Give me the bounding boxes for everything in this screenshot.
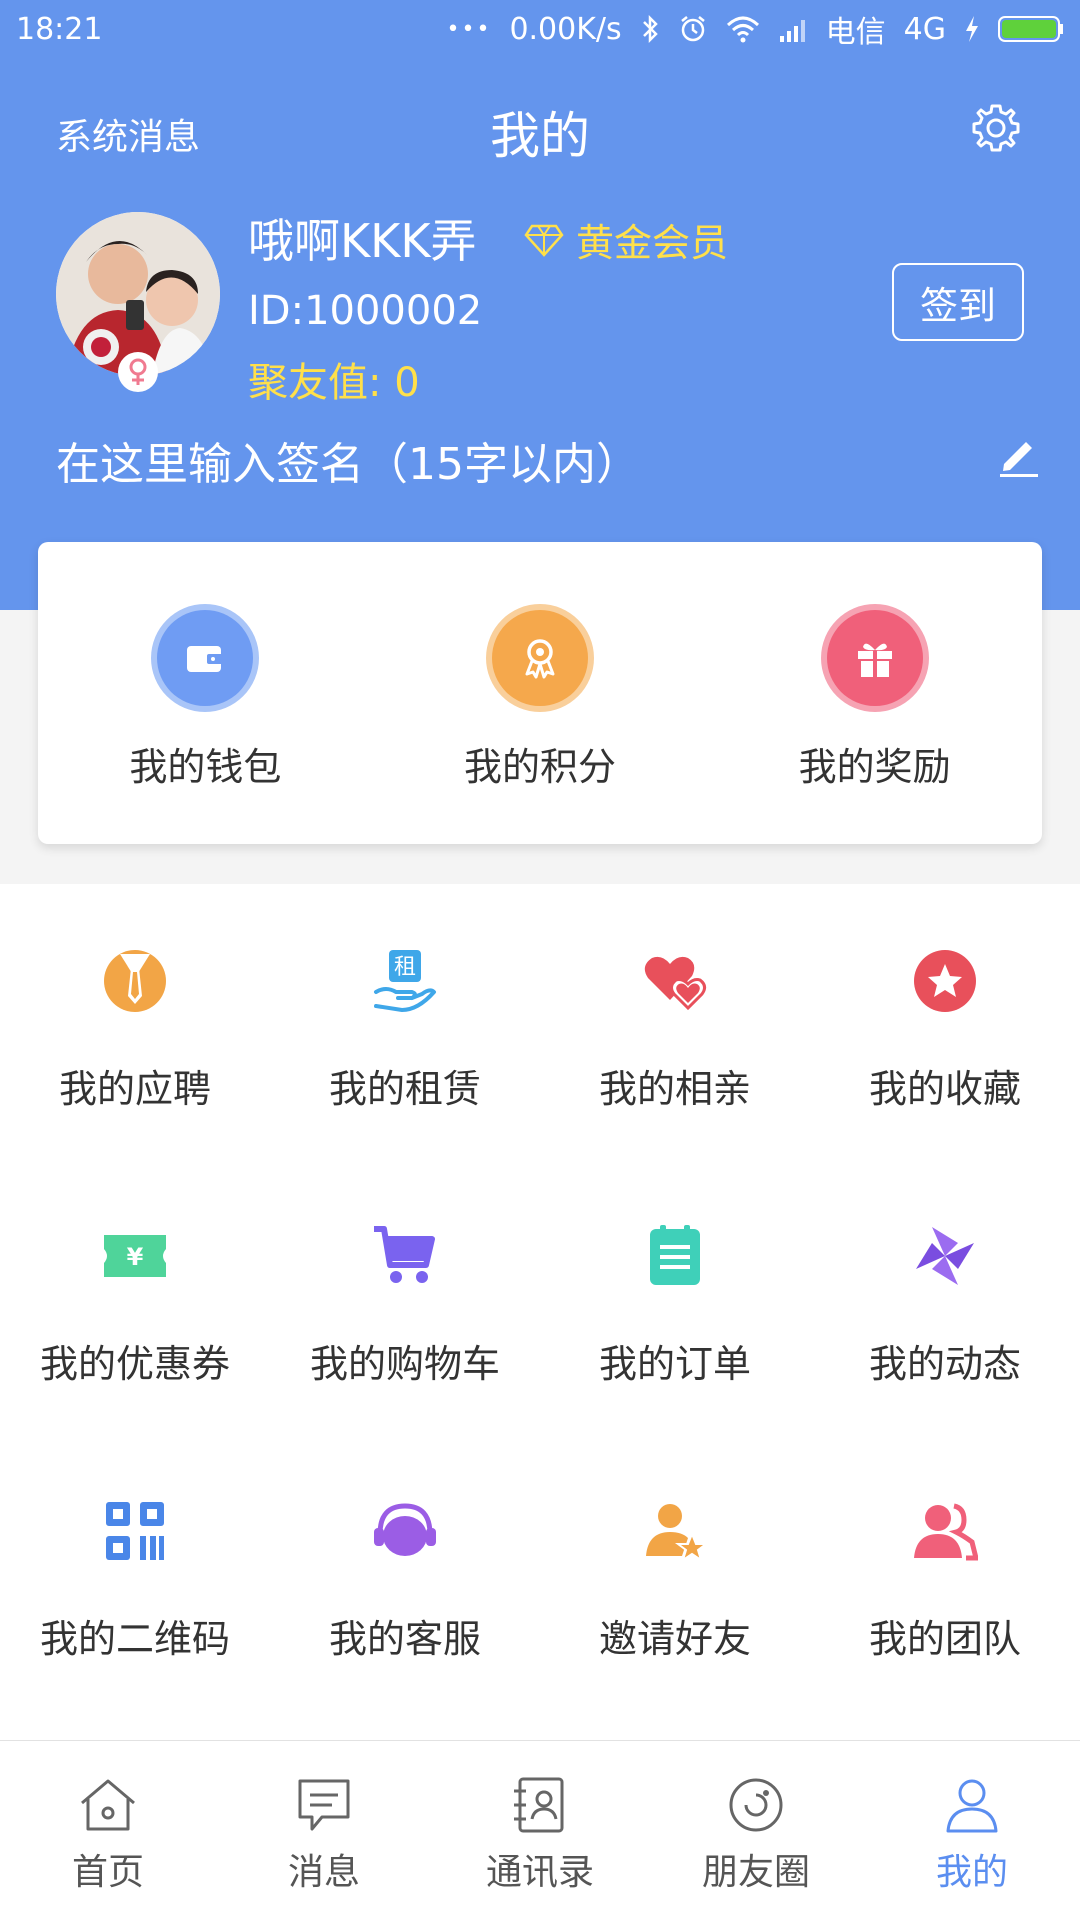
grid-item-label: 邀请好友: [598, 1617, 751, 1661]
cart-item[interactable]: 我的购物车: [270, 1159, 540, 1434]
tab-home[interactable]: 首页: [0, 1741, 216, 1920]
rent-glyph: 租: [394, 955, 416, 980]
bluetooth-icon: [642, 14, 658, 44]
grid-item-label: 我的订单: [598, 1342, 751, 1386]
title-row: 系统消息 我的: [0, 90, 1080, 170]
diamond-icon: [524, 224, 564, 257]
vip-badge: 黄金会员: [524, 212, 728, 267]
signal-icon: [779, 20, 805, 42]
team-item[interactable]: 我的团队: [810, 1434, 1080, 1709]
status-bar: 18:21 ••• 0.00K/s 电信 4G: [0, 0, 1080, 58]
contacts-icon: [514, 1777, 564, 1833]
checkin-button[interactable]: 签到: [892, 263, 1024, 341]
invite-friends-item[interactable]: 邀请好友: [540, 1434, 810, 1709]
wallet-card: 我的钱包 我的积分 我的奖励: [38, 542, 1042, 844]
rent-icon: 租: [374, 950, 436, 1012]
points-label: 我的积分: [464, 745, 617, 789]
wifi-icon: [726, 16, 759, 43]
invite-friend-icon: [646, 1504, 708, 1563]
grid-item-label: 我的优惠券: [39, 1342, 230, 1386]
favorites-item[interactable]: 我的收藏: [810, 884, 1080, 1159]
coupons-item[interactable]: ¥ 我的优惠券: [0, 1159, 270, 1434]
order-icon: [650, 1225, 700, 1285]
username: 哦啊KKK弄: [248, 214, 477, 268]
tab-profile[interactable]: 我的: [864, 1741, 1080, 1920]
grid-item-label: 我的购物车: [309, 1342, 500, 1386]
signature-input[interactable]: 在这里输入签名（15字以内）: [56, 428, 640, 492]
message-icon: [298, 1779, 350, 1831]
grid-item-label: 我的客服: [328, 1617, 481, 1661]
status-network: 4G: [903, 11, 946, 47]
pencil-icon[interactable]: [996, 432, 1042, 478]
page-title: 我的: [490, 107, 590, 165]
tab-label: 首页: [71, 1852, 144, 1893]
qrcode-icon: [106, 1502, 164, 1560]
tab-label: 我的: [935, 1852, 1008, 1893]
job-tie-icon: [104, 950, 166, 1012]
tab-label: 消息: [287, 1852, 360, 1893]
tab-label: 通讯录: [485, 1852, 594, 1893]
orders-item[interactable]: 我的订单: [540, 1159, 810, 1434]
status-speed: 0.00K/s: [509, 11, 622, 47]
activity-item[interactable]: 我的动态: [810, 1159, 1080, 1434]
grid-item-label: 我的收藏: [868, 1067, 1021, 1111]
points-button[interactable]: 我的积分: [373, 542, 708, 844]
gear-icon[interactable]: [968, 100, 1024, 156]
status-dots: •••: [446, 16, 492, 42]
feature-grid: 我的应聘 租 我的租赁 我的相亲 我的收藏 ¥ 我的优惠券 我的购物车 我的订单…: [0, 884, 1080, 1740]
cart-icon: [374, 1226, 435, 1283]
dating-item[interactable]: 我的相亲: [540, 884, 810, 1159]
rewards-label: 我的奖励: [798, 745, 951, 789]
coupon-glyph: ¥: [127, 1243, 144, 1271]
rentals-item[interactable]: 租 我的租赁: [270, 884, 540, 1159]
status-time: 18:21: [16, 11, 103, 47]
tab-messages[interactable]: 消息: [216, 1741, 432, 1920]
moments-icon: [729, 1778, 783, 1832]
female-gender-icon: [118, 352, 158, 392]
grid-item-label: 我的租赁: [328, 1067, 481, 1111]
vip-label: 黄金会员: [576, 221, 729, 265]
profile-icon: [946, 1779, 998, 1833]
job-applications-item[interactable]: 我的应聘: [0, 884, 270, 1159]
wallet-label: 我的钱包: [129, 745, 282, 789]
customer-service-item[interactable]: 我的客服: [270, 1434, 540, 1709]
wallet-icon: [157, 610, 254, 706]
coupon-icon: ¥: [104, 1235, 166, 1277]
alarm-icon: [680, 16, 705, 42]
points-value: 聚友值: 0: [248, 360, 420, 406]
tab-contacts[interactable]: 通讯录: [432, 1741, 648, 1920]
grid-item-label: 我的团队: [868, 1617, 1021, 1661]
team-icon: [914, 1503, 978, 1561]
tab-moments[interactable]: 朋友圈: [648, 1741, 864, 1920]
medal-icon: [492, 610, 588, 706]
hearts-icon: [644, 956, 707, 1011]
star-icon: [914, 950, 976, 1012]
gift-icon: [826, 610, 923, 706]
home-icon: [81, 1779, 135, 1831]
pinwheel-icon: [916, 1227, 974, 1285]
rewards-button[interactable]: 我的奖励: [707, 542, 1042, 844]
headset-icon: [374, 1503, 436, 1556]
charging-icon: [966, 16, 978, 42]
grid-item-label: 我的应聘: [58, 1067, 211, 1111]
qrcode-item[interactable]: 我的二维码: [0, 1434, 270, 1709]
battery-icon: [998, 16, 1063, 42]
grid-item-label: 我的二维码: [39, 1617, 230, 1661]
wallet-button[interactable]: 我的钱包: [38, 542, 373, 844]
user-id: ID:1000002: [248, 288, 483, 334]
status-carrier: 电信: [825, 15, 886, 50]
tab-label: 朋友圈: [701, 1852, 810, 1893]
bottom-tab-bar: 首页 消息 通讯录 朋友圈 我的: [0, 1740, 1080, 1920]
grid-item-label: 我的动态: [868, 1342, 1021, 1386]
grid-item-label: 我的相亲: [598, 1067, 751, 1111]
